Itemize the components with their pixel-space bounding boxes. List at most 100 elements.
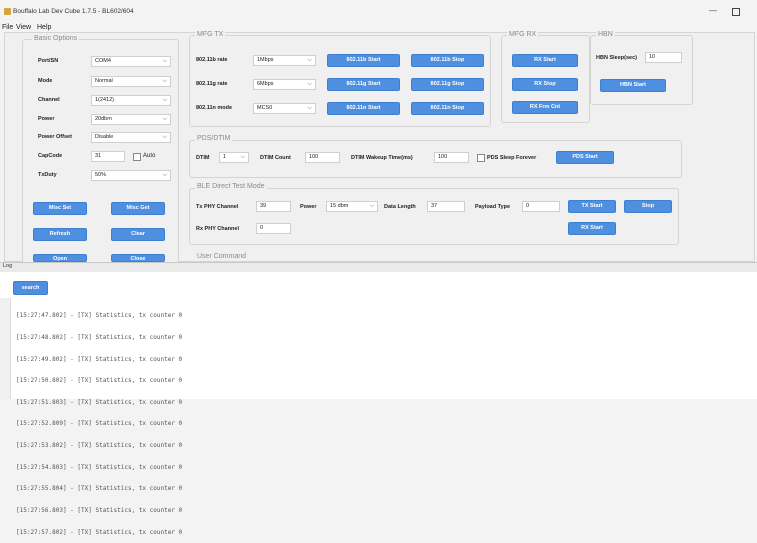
log-line: [15:27:57.802] - [TX] Statistics, tx cou… <box>16 528 183 536</box>
misc-get-button[interactable]: Misc Get <box>111 202 165 215</box>
clear-button[interactable]: Clear <box>111 228 165 241</box>
chevron-down-icon: ⌵ <box>162 58 167 64</box>
log-line: [15:27:52.809] - [TX] Statistics, tx cou… <box>16 420 183 428</box>
dtim-select[interactable]: 1 ⌵ <box>219 152 249 163</box>
power-offset-select[interactable]: Disable ⌵ <box>91 132 171 143</box>
ble-stop-button[interactable]: Stop <box>624 200 672 213</box>
hbn-sleep-label: HBN Sleep(sec) <box>596 55 637 61</box>
auto-checkbox[interactable] <box>133 153 141 161</box>
rate-11b-value: 1Mbps <box>257 57 274 63</box>
mode-select[interactable]: Normal ⌵ <box>91 76 171 87</box>
dtim-value: 1 <box>223 154 227 160</box>
rx-phy-channel-input[interactable]: 0 <box>256 223 291 234</box>
hbn-title: HBN <box>596 31 615 39</box>
ble-rx-start-button[interactable]: RX Start <box>568 222 616 235</box>
maximize-button[interactable] <box>730 6 740 16</box>
maximize-icon <box>732 8 740 16</box>
hbn-sleep-input[interactable]: 10 <box>645 52 682 63</box>
txduty-label: TxDuty <box>38 172 57 178</box>
rate-11b-select[interactable]: 1Mbps ⌵ <box>253 55 316 66</box>
ble-power-value: 15 dbm <box>330 203 349 209</box>
dtim-count-label: DTIM Count <box>260 155 291 161</box>
user-command-title: User Command <box>195 253 249 261</box>
log-line: [15:27:56.803] - [TX] Statistics, tx cou… <box>16 506 183 514</box>
power-offset-value: Disable <box>95 134 114 140</box>
power-value: 20dbm <box>95 116 112 122</box>
hbn-start-button[interactable]: HBN Start <box>600 79 666 92</box>
log-gutter <box>0 298 11 399</box>
rate-11g-value: 6Mbps <box>257 81 274 87</box>
power-select[interactable]: 20dbm ⌵ <box>91 114 171 125</box>
log-title: Log <box>3 263 13 269</box>
11b-start-button[interactable]: 802.11b Start <box>327 54 400 67</box>
dtim-wakeup-input[interactable]: 100 <box>434 152 469 163</box>
menu-view[interactable]: View <box>16 24 31 31</box>
chevron-down-icon: ⌵ <box>162 116 167 122</box>
capcode-input[interactable]: 31 <box>91 151 125 162</box>
ble-group <box>189 188 679 245</box>
refresh-button[interactable]: Refresh <box>33 228 87 241</box>
search-button[interactable]: search <box>13 281 48 295</box>
chevron-down-icon: ⌵ <box>162 134 167 140</box>
rate-11g-select[interactable]: 6Mbps ⌵ <box>253 79 316 90</box>
ble-tx-start-button[interactable]: TX Start <box>568 200 616 213</box>
rate-11b-label: 802.11b rate <box>196 57 228 63</box>
pds-sleep-forever-checkbox[interactable] <box>477 154 485 162</box>
dtim-count-input[interactable]: 100 <box>305 152 340 163</box>
chevron-down-icon: ⌵ <box>369 203 374 209</box>
data-length-label: Data Length <box>384 204 416 210</box>
ble-title: BLE Direct Test Mode <box>195 183 267 191</box>
hbn-group <box>590 35 693 105</box>
chevron-down-icon: ⌵ <box>162 97 167 103</box>
menu-file[interactable]: File <box>2 24 13 31</box>
minimize-button[interactable]: — <box>708 6 718 16</box>
rx-stop-button[interactable]: RX Stop <box>512 78 578 91</box>
rx-frm-cnt-button[interactable]: RX Frm Cnt <box>512 101 578 114</box>
tx-phy-channel-label: Tx PHY Channel <box>196 204 239 210</box>
misc-set-button[interactable]: Misc Set <box>33 202 87 215</box>
mode-11n-value: MCS0 <box>257 105 273 111</box>
mode-11n-select[interactable]: MCS0 ⌵ <box>253 103 316 114</box>
rx-start-button[interactable]: RX Start <box>512 54 578 67</box>
auto-label: Auto <box>143 153 156 159</box>
11n-stop-button[interactable]: 802.11n Stop <box>411 102 484 115</box>
mfg-rx-title: MFG RX <box>507 31 539 39</box>
tx-phy-channel-input[interactable]: 39 <box>256 201 291 212</box>
chevron-down-icon: ⌵ <box>240 154 245 160</box>
capcode-label: CapCode <box>38 153 63 159</box>
log-text: [15:27:47.802] - [TX] Statistics, tx cou… <box>16 298 182 543</box>
log-line: [15:27:51.803] - [TX] Statistics, tx cou… <box>16 398 183 406</box>
11n-start-button[interactable]: 802.11n Start <box>327 102 400 115</box>
11g-stop-button[interactable]: 802.11g Stop <box>411 78 484 91</box>
chevron-down-icon: ⌵ <box>307 57 312 63</box>
dtim-label: DTIM <box>196 155 210 161</box>
mode-11n-label: 802.11n mode <box>196 105 233 111</box>
log-line: [15:27:54.803] - [TX] Statistics, tx cou… <box>16 463 183 471</box>
payload-type-label: Payload Type <box>475 204 511 210</box>
pds-start-button[interactable]: PDS Start <box>556 151 614 164</box>
mode-value: Normal <box>95 78 113 84</box>
power-label: Power <box>38 116 55 122</box>
txduty-select[interactable]: 50% ⌵ <box>91 170 171 181</box>
app-icon <box>4 8 11 15</box>
channel-select[interactable]: 1(2412) ⌵ <box>91 95 171 106</box>
data-length-input[interactable]: 37 <box>427 201 465 212</box>
port-value: COM4 <box>95 58 111 64</box>
log-line: [15:27:49.802] - [TX] Statistics, tx cou… <box>16 355 183 363</box>
basic-options-title: Basic Options <box>32 35 80 43</box>
chevron-down-icon: ⌵ <box>307 105 312 111</box>
channel-label: Channel <box>38 97 60 103</box>
payload-type-input[interactable]: 0 <box>522 201 560 212</box>
channel-value: 1(2412) <box>95 97 114 103</box>
11b-stop-button[interactable]: 802.11b Stop <box>411 54 484 67</box>
window-title: Bouffalo Lab Dev Cube 1.7.5 - BL602/604 <box>13 8 134 15</box>
chevron-down-icon: ⌵ <box>162 172 167 178</box>
ble-power-select[interactable]: 15 dbm ⌵ <box>326 201 378 212</box>
open-button[interactable]: Open <box>33 254 87 262</box>
menu-help[interactable]: Help <box>37 24 51 31</box>
close-button[interactable]: Close <box>111 254 165 262</box>
port-select[interactable]: COM4 ⌵ <box>91 56 171 67</box>
mode-label: Mode <box>38 78 53 84</box>
11g-start-button[interactable]: 802.11g Start <box>327 78 400 91</box>
chevron-down-icon: ⌵ <box>162 78 167 84</box>
